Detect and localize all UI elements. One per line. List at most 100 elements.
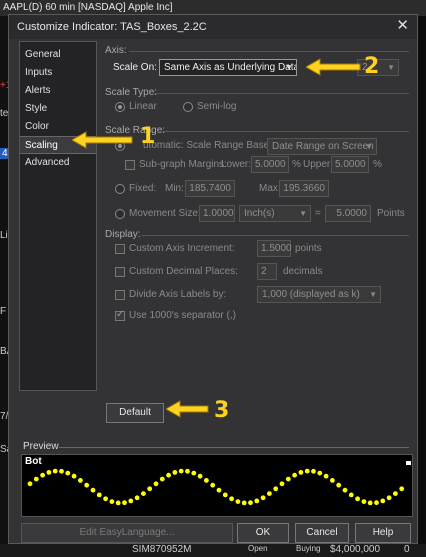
edit-easylanguage-button[interactable]: Edit EasyLanguage... <box>21 523 233 543</box>
lower-margin-input[interactable]: 5.0000 <box>251 156 289 173</box>
chevron-down-icon: ▼ <box>387 63 395 72</box>
divide-labels-checkbox[interactable] <box>115 290 125 300</box>
fixed-radio[interactable] <box>115 184 125 194</box>
preview-dot <box>254 498 260 504</box>
subgraph-margins-checkbox[interactable] <box>125 160 135 170</box>
custom-decimal-label: Custom Decimal Places: <box>129 266 238 277</box>
scale-on-select[interactable]: Same Axis as Underlying Data ▼ <box>159 59 297 76</box>
linear-label: Linear <box>129 101 157 112</box>
preview-dot <box>96 492 102 498</box>
use-1000-separator-checkbox[interactable] <box>115 309 125 321</box>
preview-dot <box>248 500 253 506</box>
callout-arrow-3 <box>164 399 210 422</box>
ok-button[interactable]: OK <box>237 523 289 543</box>
axis-section-label: Axis: <box>105 45 127 56</box>
divider <box>129 51 409 52</box>
divide-labels-select[interactable]: 1,000 (displayed as k) ▼ <box>257 286 381 303</box>
min-input[interactable]: 185.7400 <box>185 180 235 197</box>
axis-increment-input[interactable]: 1.5000 <box>257 240 292 257</box>
decimal-unit: decimals <box>283 266 323 277</box>
scale-on-label: Scale On: <box>113 62 157 73</box>
preview-dot <box>59 468 64 474</box>
default-button[interactable]: Default <box>106 403 164 423</box>
preview-dot <box>33 476 39 482</box>
custom-axis-increment-label: Custom Axis Increment: <box>129 243 235 254</box>
nav-item-general[interactable]: General <box>20 46 96 64</box>
preview-price-marker <box>406 461 411 465</box>
preview-dot <box>386 495 392 501</box>
preview-dot <box>298 470 304 475</box>
bg-qty: 0 <box>404 544 410 555</box>
dialog-title: Customize Indicator: TAS_Boxes_2.2C <box>17 21 207 33</box>
preview-dot <box>399 486 405 492</box>
customize-indicator-dialog: Customize Indicator: TAS_Boxes_2.2C ✕ Ge… <box>8 14 418 544</box>
dialog-button-bar: Edit EasyLanguage... OK Cancel Help <box>9 520 417 545</box>
preview-dot <box>204 478 209 483</box>
preview-dot <box>342 487 348 493</box>
preview-dot <box>109 499 115 504</box>
dialog-titlebar[interactable]: Customize Indicator: TAS_Boxes_2.2C ✕ <box>9 15 417 39</box>
preview-dot <box>65 470 71 476</box>
lower-label: Lower: <box>221 159 252 170</box>
preview-dot <box>52 468 58 474</box>
movement-unit-select[interactable]: Inch(s) ▼ <box>239 205 311 222</box>
nav-item-style[interactable]: Style <box>20 100 96 118</box>
custom-decimal-checkbox[interactable] <box>115 267 125 277</box>
preview-dot <box>304 468 310 474</box>
bg-open-label: Open <box>248 544 268 553</box>
chevron-down-icon: ▼ <box>299 209 307 218</box>
preview-dot <box>122 500 127 506</box>
preview-dot <box>27 481 33 487</box>
close-icon[interactable]: ✕ <box>396 18 409 34</box>
movement-input[interactable]: 1.0000 <box>199 205 235 222</box>
points-input[interactable]: 5.0000 <box>325 205 371 222</box>
preview-dot <box>367 500 373 506</box>
upper-pct: % <box>373 159 382 170</box>
linear-radio[interactable] <box>115 102 125 112</box>
preview-dot <box>235 499 241 504</box>
preview-dot <box>260 495 266 501</box>
preview-dot <box>103 496 108 502</box>
callout-number-3: 3 <box>214 398 230 423</box>
preview-dot <box>178 468 184 474</box>
preview-label: Preview <box>23 441 59 452</box>
movement-radio[interactable] <box>115 209 125 219</box>
upper-margin-input[interactable]: 5.0000 <box>331 156 369 173</box>
nav-item-inputs[interactable]: Inputs <box>20 64 96 82</box>
movement-unit-value: Inch(s) <box>244 208 275 219</box>
help-button[interactable]: Help <box>355 523 411 543</box>
preview-dot <box>84 482 90 488</box>
bg-buying-label: Buying <box>296 544 321 553</box>
chevron-down-icon: ▼ <box>365 142 373 151</box>
cancel-button[interactable]: Cancel <box>295 523 349 543</box>
preview-dot <box>128 498 134 504</box>
preview-dot <box>191 470 197 476</box>
bg-account: SIM870952M <box>132 544 192 555</box>
preview-dot <box>348 492 354 498</box>
preview-dot <box>380 498 386 504</box>
preview-dot <box>197 473 203 479</box>
preview-dot <box>311 468 316 474</box>
max-input[interactable]: 195.3660 <box>279 180 329 197</box>
lower-pct: % <box>292 159 301 170</box>
settings-nav: General Inputs Alerts Style Color Scalin… <box>19 41 97 391</box>
chevron-down-icon: ▼ <box>285 63 293 72</box>
nav-item-advanced[interactable]: Advanced <box>20 154 96 172</box>
points-label: Points <box>377 208 405 219</box>
decimal-places-input[interactable]: 2 <box>257 263 277 280</box>
range-basis-select[interactable]: Date Range on Screen ▼ <box>267 138 377 155</box>
use-1000-separator-label: Use 1000's separator (,) <box>129 310 236 321</box>
semilog-radio[interactable] <box>183 102 193 112</box>
preview-dot <box>267 491 272 496</box>
semilog-label: Semi-log <box>197 101 237 112</box>
display-section-label: Display: <box>105 229 141 240</box>
preview-dot <box>141 491 146 496</box>
preview-dot <box>241 500 247 506</box>
preview-dot <box>317 470 323 476</box>
nav-item-alerts[interactable]: Alerts <box>20 82 96 100</box>
divider <box>153 93 409 94</box>
preview-dot <box>393 491 398 496</box>
preview-dot <box>216 487 222 493</box>
preview-dot <box>172 470 178 475</box>
custom-axis-increment-checkbox[interactable] <box>115 244 125 254</box>
